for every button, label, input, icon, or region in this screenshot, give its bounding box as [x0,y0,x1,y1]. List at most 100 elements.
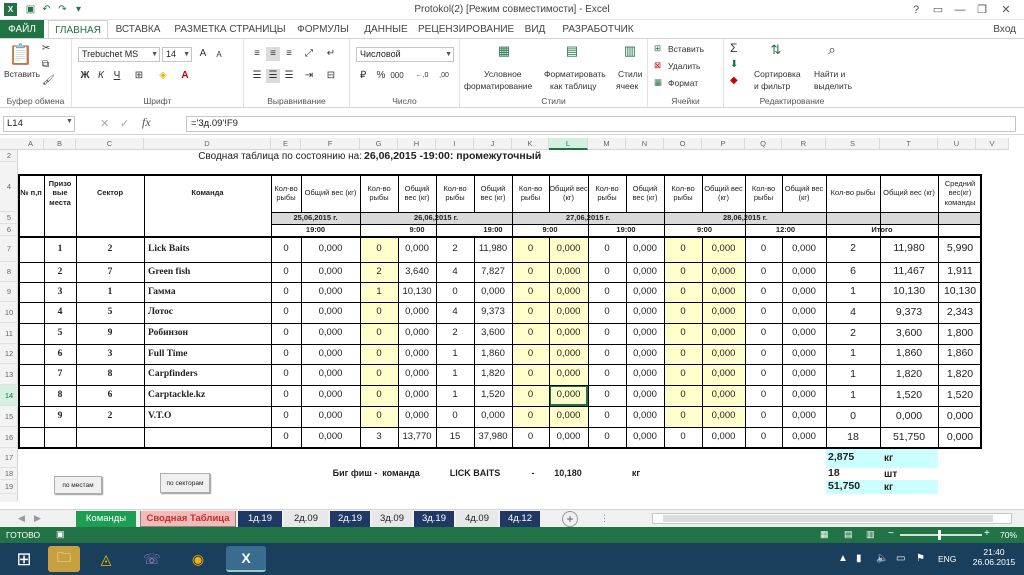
team-value[interactable]: 2 [436,237,474,261]
row-header-8[interactable]: 8 [0,262,18,282]
team-value[interactable]: 0,000 [301,237,360,261]
team-value[interactable]: 0,000 [782,283,826,301]
column-header-j[interactable]: J [474,138,512,150]
team-value[interactable]: 0 [271,386,301,405]
wrap-text-icon[interactable]: ↵ [324,47,338,61]
sheet-tab-5[interactable]: 2д.19 [330,511,370,527]
team-value[interactable]: 0,000 [301,365,360,384]
enter-formula-icon[interactable]: ✓ [120,117,129,130]
team-value[interactable]: 0,000 [301,303,360,322]
fill-icon[interactable]: ⬇ [730,59,738,70]
conditional-formatting-line2[interactable]: форматирование [464,81,532,91]
team-value[interactable]: 0 [745,386,782,405]
team-value[interactable]: 0,000 [626,283,664,301]
row-header-6[interactable]: 6 [0,224,18,236]
align-top-icon[interactable]: ≡ [250,47,264,61]
team-value[interactable]: 0,000 [398,303,436,322]
find-select-line2[interactable]: выделить [814,81,852,91]
team-value[interactable]: 0 [588,345,626,363]
team-value[interactable]: 0,000 [398,345,436,363]
team-value[interactable]: 0,000 [702,386,745,405]
copy-icon[interactable]: ⧉ [42,59,49,70]
cell-styles-line1[interactable]: Стили [618,69,643,79]
team-value[interactable]: 0 [745,283,782,301]
tab-developer[interactable]: РАЗРАБОТЧИК [560,20,636,39]
file-explorer-icon[interactable]: 🗀 [48,546,80,572]
team-value[interactable]: 0,000 [782,263,826,281]
column-header-h[interactable]: H [398,138,436,150]
font-name-select[interactable]: Trebuchet MS ▼ [78,47,160,62]
team-value[interactable]: 0,000 [626,237,664,261]
team-value[interactable]: 0 [271,237,301,261]
shrink-font-button[interactable]: A [212,48,226,62]
team-value[interactable]: 9,373 [474,303,512,322]
team-value[interactable]: 1,860 [474,345,512,363]
team-value[interactable]: 0,000 [398,386,436,405]
decrease-decimal-button[interactable]: ,00 [434,69,454,83]
team-value[interactable]: 10,130 [398,283,436,301]
tab-view[interactable]: ВИД [520,20,550,39]
row-header-15[interactable]: 15 [0,406,18,427]
team-value[interactable]: 1 [436,386,474,405]
thousands-button[interactable]: 000 [388,69,406,83]
team-value[interactable]: 2 [360,263,398,281]
percent-button[interactable]: % [374,69,388,83]
team-value[interactable]: 0 [745,407,782,426]
team-value[interactable]: 0,000 [626,303,664,322]
team-value[interactable]: 0 [271,324,301,343]
team-value[interactable]: 0 [512,324,549,343]
team-value[interactable]: 0,000 [474,407,512,426]
chrome-icon[interactable]: ◉ [182,546,214,572]
team-value[interactable]: 0,000 [782,345,826,363]
app-triangle-icon[interactable]: ◬ [90,546,122,572]
tray-clock[interactable]: 21:40 26.06.2015 [970,547,1018,567]
column-header-l[interactable]: L [549,138,588,150]
italic-button[interactable]: К [94,69,108,83]
add-sheet-button[interactable]: + [562,511,578,527]
column-header-v[interactable]: V [976,138,1009,150]
team-value[interactable]: 0 [588,386,626,405]
team-value[interactable]: 4 [436,263,474,281]
row-header-14[interactable]: 14 [0,385,18,406]
column-header-a[interactable]: A [18,138,44,150]
team-value[interactable]: 0 [588,283,626,301]
team-value[interactable]: 0 [360,324,398,343]
team-value[interactable]: 0,000 [301,324,360,343]
align-right-icon[interactable]: ☰ [282,69,296,83]
align-center-icon[interactable]: ☰ [266,69,280,83]
team-value[interactable]: 0,000 [626,365,664,384]
format-cells-button[interactable]: Формат [668,78,698,88]
team-value[interactable]: 0 [360,386,398,405]
team-value[interactable]: 0,000 [626,324,664,343]
font-color-icon[interactable]: A [178,69,192,83]
row-header-7[interactable]: 7 [0,236,18,262]
sort-filter-line2[interactable]: и фильтр [754,81,790,91]
sheet-tab-2[interactable]: Сводная Таблица [140,511,236,527]
sheet-tab-3[interactable]: 1д.19 [238,511,282,527]
sort-filter-line1[interactable]: Сортировка [754,69,801,79]
align-middle-icon[interactable]: ≡ [266,47,280,61]
team-value[interactable]: 0,000 [301,386,360,405]
tab-data[interactable]: ДАННЫЕ [358,20,414,39]
column-header-t[interactable]: T [880,138,938,150]
team-value[interactable]: 0 [588,263,626,281]
clear-icon[interactable]: ◆ [730,75,738,86]
team-value[interactable]: 0 [360,237,398,261]
column-header-k[interactable]: K [512,138,549,150]
find-select-line1[interactable]: Найти и [814,69,845,79]
team-value[interactable]: 0,000 [301,407,360,426]
team-value[interactable]: 0,000 [301,283,360,301]
team-value[interactable]: 0 [588,303,626,322]
team-value[interactable]: 0 [745,324,782,343]
team-value[interactable]: 4 [436,303,474,322]
insert-cells-button[interactable]: Вставить [668,44,704,54]
team-value[interactable]: 0 [271,365,301,384]
team-value[interactable]: 1,520 [474,386,512,405]
team-value[interactable]: 1,820 [474,365,512,384]
team-value[interactable]: 0 [664,345,702,363]
team-value[interactable]: 0 [588,365,626,384]
row-header-12[interactable]: 12 [0,344,18,364]
cancel-formula-icon[interactable]: ✕ [100,117,109,130]
team-value[interactable]: 0,000 [702,263,745,281]
normal-view-icon[interactable]: ▦ [820,529,829,540]
